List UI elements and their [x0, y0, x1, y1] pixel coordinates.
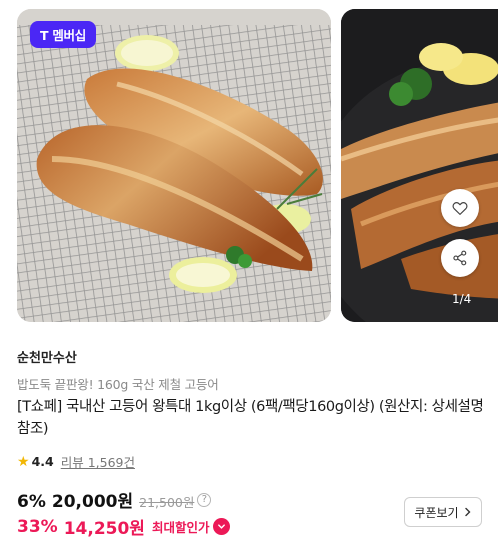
- original-price: 21,500원: [139, 495, 195, 510]
- star-icon: ★: [17, 453, 30, 470]
- max-discount-rate: 33%: [17, 516, 58, 537]
- max-discount-price: 14,250원: [63, 519, 145, 539]
- max-discount-row[interactable]: 33% 14,250원 최대할인가: [17, 514, 231, 539]
- coupon-button-label: 쿠폰보기: [414, 505, 459, 520]
- membership-badge: T 멤버십: [30, 21, 96, 48]
- sale-price-row: 6% 20,000원 21,500원 ?: [17, 487, 212, 512]
- heart-icon: [452, 202, 468, 215]
- like-button[interactable]: [441, 189, 479, 227]
- rating-score: 4.4: [31, 454, 54, 469]
- discount-rate: 6%: [17, 492, 46, 512]
- sale-price: 20,000원: [51, 492, 134, 512]
- chevron-down-icon[interactable]: [213, 518, 231, 535]
- product-image-next[interactable]: [341, 9, 498, 322]
- seller-name[interactable]: 순천만수산: [17, 347, 77, 366]
- product-subtitle: 밥도둑 끝판왕! 160g 국산 제철 고등어: [17, 377, 219, 392]
- product-image-main[interactable]: T 멤버십: [17, 9, 331, 322]
- product-title: [T쇼페] 국내산 고등어 왕특대 1kg이상 (6팩/팩당160g이상) (원…: [17, 399, 484, 437]
- product-image-carousel[interactable]: T 멤버십 1/4: [0, 0, 498, 330]
- mackerel-pan-photo: [341, 9, 498, 322]
- share-icon: [453, 250, 467, 266]
- help-icon[interactable]: ?: [197, 492, 212, 507]
- share-button[interactable]: [441, 239, 479, 277]
- grilled-mackerel-photo: [17, 9, 331, 322]
- review-count-link[interactable]: 리뷰 1,569건: [61, 452, 135, 471]
- chevron-right-icon: [464, 507, 471, 517]
- max-discount-label: 최대할인가: [151, 520, 210, 535]
- rating-row: ★ 4.4 리뷰 1,569건: [17, 452, 135, 471]
- carousel-pager: 1/4: [452, 292, 472, 306]
- coupon-button[interactable]: 쿠폰보기: [404, 497, 482, 527]
